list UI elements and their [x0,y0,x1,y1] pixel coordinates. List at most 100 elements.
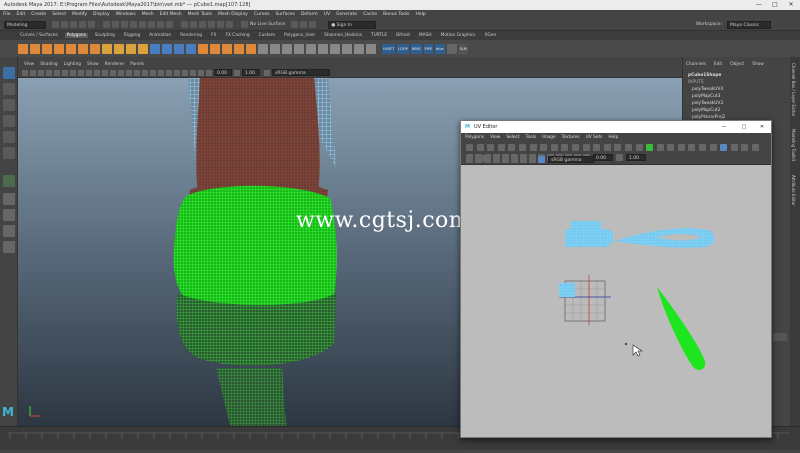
menu-select[interactable]: Select [52,12,66,17]
layer-visibility-icon[interactable] [773,333,787,341]
tab-curves-surfaces[interactable]: Curves / Surfaces [18,33,60,38]
view-transform-dropdown[interactable]: sRGB gamma [272,69,330,76]
uv-menu-image[interactable]: Image [542,135,555,140]
uv-align-min-v-icon[interactable] [624,144,632,151]
uv-rotate-cw-icon[interactable] [550,144,558,151]
uv-maximize-button[interactable]: □ [737,121,751,133]
uv-layout-icon[interactable] [593,144,601,151]
textured-icon[interactable] [126,69,132,76]
camera-icon[interactable] [300,21,308,28]
tab-polygons[interactable]: Polygons [64,33,88,38]
grid-toggle-icon[interactable] [309,21,317,28]
isolate-select-icon[interactable] [174,69,180,76]
uv-menu-select[interactable]: Select [506,135,519,140]
mode-dropdown[interactable]: Modeling [4,20,46,29]
save-scene-icon[interactable] [70,21,77,28]
tab-fx[interactable]: FX [209,33,218,38]
live-surface-icon[interactable] [241,21,248,28]
uv-rotate-icon[interactable] [497,144,505,151]
auto-map-icon[interactable] [318,43,328,54]
tab-bifrost[interactable]: Bifrost [394,33,412,38]
smooth-icon[interactable] [174,43,184,54]
loop-button[interactable]: LOOP [397,43,409,54]
menu-deform[interactable]: Deform [301,12,318,17]
cb-input-item[interactable]: polyTweakUV3 [683,100,790,107]
vp-menu-lighting[interactable]: Lighting [64,62,81,67]
maximize-button[interactable]: □ [768,0,782,10]
poly-disc-icon[interactable] [90,43,100,54]
side-tab-modeling-toolkit[interactable]: Modeling Toolkit [791,129,796,161]
image-plane-icon[interactable] [46,69,52,76]
uv-select-icon[interactable] [466,144,473,151]
snap-point-icon[interactable] [148,21,155,28]
cb-tab-show[interactable]: Show [752,62,764,67]
menu-modify[interactable]: Modify [72,12,87,17]
soft-select-icon[interactable] [3,175,15,187]
uv-grid-icon[interactable] [677,144,685,151]
tab-rigging[interactable]: Rigging [122,33,142,38]
uv-display-icon[interactable] [466,155,473,163]
anti-aliasing-icon[interactable] [166,69,172,76]
uv-shell-border-icon[interactable] [646,144,654,151]
combine-icon[interactable] [150,43,160,54]
render-frame-icon[interactable] [199,21,206,28]
uv-texture-canvas[interactable] [461,165,771,437]
four-pane-layout-icon[interactable] [3,209,15,221]
persp-outliner-layout-icon[interactable] [3,241,15,253]
uv-display-rgb-icon[interactable] [752,144,760,151]
uv-color-settings-icon[interactable] [529,155,536,163]
vp-menu-renderer[interactable]: Renderer [105,62,125,67]
menu-edit[interactable]: Edit [17,12,26,17]
fill-hole-icon[interactable] [246,43,256,54]
field-chart-icon[interactable] [86,69,92,76]
camera-attributes-icon[interactable] [30,69,36,76]
uv-align-min-u-icon[interactable] [603,144,611,151]
uv-filter-icon[interactable] [709,144,717,151]
uv-flip-u-icon[interactable] [518,144,526,151]
history-icon[interactable] [181,21,188,28]
tab-mash[interactable]: MASH [417,33,434,38]
snap-surface-icon[interactable] [166,21,173,28]
tab-fx-caching[interactable]: FX Caching [223,33,251,38]
move-tool-icon[interactable] [3,115,15,127]
vp-menu-show[interactable]: Show [87,62,99,67]
boolean-icon[interactable] [186,43,196,54]
tab-motion-graphics[interactable]: Motion Graphics [439,33,478,38]
uv-lasso-icon[interactable] [476,144,484,151]
uv-dim-image-icon[interactable] [730,144,738,151]
mirror-icon[interactable] [198,43,208,54]
cb-tab-object[interactable]: Object [730,62,744,67]
planar-map-icon[interactable] [306,43,316,54]
uv-checker-icon[interactable] [699,144,707,151]
uv-align-max-v-icon[interactable] [635,144,643,151]
snap-curve-icon[interactable] [139,21,146,28]
select-component-icon[interactable] [121,21,128,28]
lasso-tool-icon[interactable] [3,83,15,95]
exposure-icon[interactable] [206,69,212,76]
slm-button[interactable]: SLM [458,43,468,54]
uv-sample-icon[interactable] [511,155,518,163]
menu-display[interactable]: Display [93,12,110,17]
paint-select-tool-icon[interactable] [3,99,15,111]
select-tool-icon[interactable] [3,67,15,79]
cb-tab-channels[interactable]: Channels [686,62,706,67]
side-tab-channel-box[interactable]: Channel Box / Layer Editor [791,63,796,116]
poly-torus-icon[interactable] [66,43,76,54]
poly-cone-icon[interactable] [54,43,64,54]
sew-uv-icon[interactable] [342,43,352,54]
uvsft-button[interactable]: UVSFT [382,43,396,54]
uv-image-range-icon[interactable] [741,144,749,151]
uv-rotate-ccw-icon[interactable] [540,144,548,151]
new-scene-icon[interactable] [52,21,59,28]
redo-icon[interactable] [88,21,95,28]
menu-windows[interactable]: Windows [116,12,136,17]
uv-color-manage-icon[interactable] [538,155,545,163]
vp-menu-panels[interactable]: Panels [130,62,144,67]
menu-cache[interactable]: Cache [363,12,377,17]
menu-mesh-tools[interactable]: Mesh Tools [188,12,212,17]
multi-cut-icon[interactable] [258,43,268,54]
poly-type-icon[interactable] [126,43,136,54]
poly-sphere-icon[interactable] [18,43,28,54]
layout-icon[interactable] [366,43,376,54]
film-gate-icon[interactable] [62,69,68,76]
